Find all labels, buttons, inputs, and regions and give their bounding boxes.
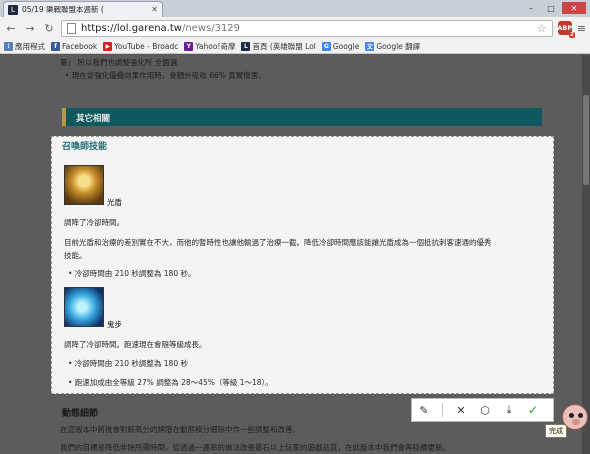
section-header-accent bbox=[62, 108, 66, 126]
bookmark-label: Google bbox=[332, 41, 360, 51]
page-text-fragment: 量」 所以我們也調整強化所 全面選 bbox=[60, 58, 178, 67]
minimize-button[interactable]: – bbox=[522, 2, 540, 14]
bookmark-item[interactable]: Y Yahoo!奇摩 bbox=[184, 41, 235, 52]
back-icon[interactable]: ← bbox=[4, 21, 18, 35]
reload-icon[interactable]: ↻ bbox=[42, 21, 56, 35]
skill-description: 調降了冷卻時間。跑速現在會隨等級成長。 bbox=[64, 340, 207, 349]
skill-description: 調降了冷卻時間。 bbox=[64, 218, 124, 227]
skill-change-bullet: • 冷卻時間由 210 秒調整為 180 秒 bbox=[68, 359, 188, 368]
google-icon: G bbox=[321, 41, 331, 51]
download-icon[interactable]: ⤓ bbox=[497, 399, 521, 421]
youtube-icon: ▶ bbox=[103, 41, 113, 51]
skill-name: 鬼步 bbox=[107, 320, 122, 329]
address-bar[interactable]: https://lol.garena.tw/news/3129 ☆ bbox=[61, 19, 553, 37]
window-controls: – □ ✕ bbox=[522, 2, 586, 14]
mascot-nose bbox=[572, 419, 580, 425]
bookmark-item[interactable]: f Facebook bbox=[51, 41, 98, 51]
skill-change-bullet: • 冷卻時間由 210 秒調整為 180 秒。 bbox=[68, 269, 196, 278]
tab-strip: L 05/19 樂戰聯盟本週新 ( ✕ – □ ✕ bbox=[0, 0, 590, 17]
bookmark-item[interactable]: ⋮ 應用程式 bbox=[4, 41, 45, 52]
lol-favicon-icon: L bbox=[8, 4, 18, 15]
page-subheading: 動態細節 bbox=[62, 409, 99, 419]
bookmarks-bar: ⋮ 應用程式 f Facebook ▶ YouTube - Broadc Y Yahoo!奇摩… bbox=[0, 39, 590, 54]
browser-tab[interactable]: L 05/19 樂戰聯盟本週新 ( ✕ bbox=[3, 1, 163, 17]
bookmark-item[interactable]: G Google bbox=[321, 41, 360, 51]
apps-icon: ⋮ bbox=[4, 41, 13, 51]
mascot-eye bbox=[578, 413, 583, 418]
skill-description: 技能。 bbox=[64, 251, 87, 260]
page-bullet: • 現在當強化優疊效果作用時，會額外吸收 66% 真實傷害。 bbox=[65, 71, 266, 80]
page-paragraph: 在這版本中將後會對較高分的牌階在動態稿分細除中作一些調整和改善。 bbox=[60, 425, 300, 434]
done-tooltip: 完成 bbox=[545, 424, 567, 438]
page-icon bbox=[67, 22, 76, 34]
summoner-spells-heading: 召喚師技能 bbox=[62, 142, 108, 152]
lol-icon: L bbox=[241, 41, 251, 51]
bookmark-label: Facebook bbox=[62, 41, 98, 51]
extension-badge: 2 bbox=[568, 32, 575, 38]
bookmark-label: Yahoo!奇摩 bbox=[195, 41, 236, 51]
barrier-spell-icon bbox=[64, 165, 104, 205]
bookmark-label: YouTube - Broadc bbox=[114, 41, 179, 51]
bookmark-label: 應用程式 bbox=[15, 41, 45, 51]
section-header: 其它相關 bbox=[62, 108, 542, 126]
tab-title: 05/19 樂戰聯盟本週新 ( bbox=[22, 5, 104, 14]
mascot-eye bbox=[569, 413, 574, 418]
maximize-button[interactable]: □ bbox=[542, 2, 560, 14]
facebook-icon: f bbox=[51, 41, 60, 51]
skill-change-bullet: • 跑速加成由全等級 27% 調整為 28～45%（等級 1～18）。 bbox=[68, 378, 273, 387]
toolbar-divider bbox=[442, 403, 443, 417]
bookmark-item[interactable]: 文 Google 翻譯 bbox=[365, 41, 420, 52]
page-paragraph: 我們的目標是降低非除所需時間，從透過一連串的做法改善最石以上玩家的遊戲品質，在此… bbox=[60, 443, 450, 452]
ghost-spell-icon bbox=[64, 287, 104, 327]
url-text[interactable]: https://lol.garena.tw/news/3129 bbox=[81, 23, 532, 34]
translate-icon: 文 bbox=[365, 41, 375, 51]
bookmark-item[interactable]: L 首頁 (英雄聯盟 Lol bbox=[241, 41, 316, 52]
skill-name: 光盾 bbox=[107, 198, 122, 207]
snip-toolbar: ✎ ✕ ⬡ ⤓ ✓ bbox=[411, 398, 554, 422]
bookmark-label: 首頁 (英雄聯盟 Lol bbox=[252, 41, 316, 51]
done-check-icon[interactable]: ✓ bbox=[521, 399, 545, 421]
shape-icon[interactable]: ⬡ bbox=[473, 399, 497, 421]
pig-mascot-icon bbox=[562, 404, 588, 430]
scrollbar[interactable] bbox=[582, 55, 590, 454]
scrollbar-thumb[interactable] bbox=[583, 95, 589, 185]
menu-icon[interactable]: ≡ bbox=[577, 22, 586, 35]
bookmark-label: Google 翻譯 bbox=[376, 41, 421, 51]
pen-icon[interactable]: ✎ bbox=[412, 399, 436, 421]
bookmark-star-icon[interactable]: ☆ bbox=[537, 22, 547, 35]
browser-toolbar: ← → ↻ https://lol.garena.tw/news/3129 ☆ … bbox=[0, 17, 590, 39]
close-window-button[interactable]: ✕ bbox=[562, 2, 586, 14]
yahoo-icon: Y bbox=[184, 41, 194, 51]
capture-region[interactable]: 召喚師技能 光盾 調降了冷卻時間。 目前光盾和治療的差別實在不大，而他的暫時性也… bbox=[51, 136, 554, 394]
bookmark-item[interactable]: ▶ YouTube - Broadc bbox=[103, 41, 179, 51]
cancel-icon[interactable]: ✕ bbox=[449, 399, 473, 421]
forward-icon[interactable]: → bbox=[23, 21, 37, 35]
skill-description: 目前光盾和治療的差別實在不大，而他的暫時性也讓他輸過了治療一截。降低冷卻時間應該… bbox=[64, 238, 492, 247]
tab-close-icon[interactable]: ✕ bbox=[151, 5, 158, 14]
adblock-extension-icon[interactable]: ABP 2 bbox=[557, 21, 575, 38]
